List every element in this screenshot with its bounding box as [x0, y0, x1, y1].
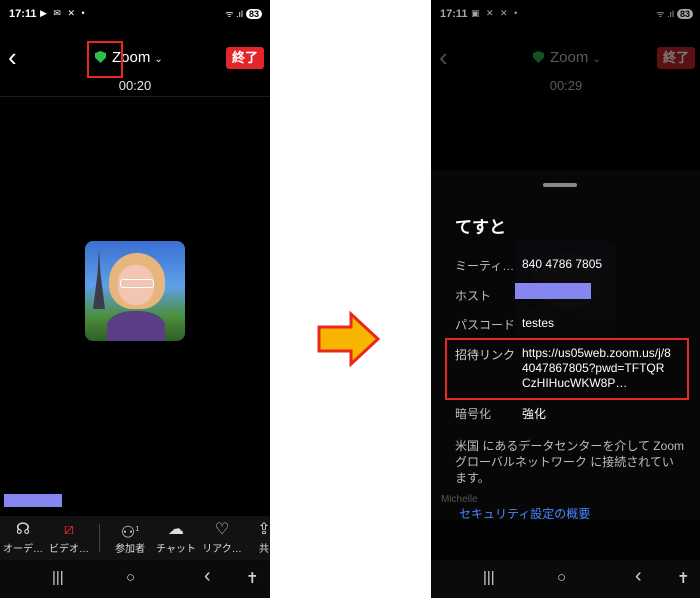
passcode-label: パスコード: [455, 318, 516, 332]
datacenter-note: 米国 にあるデータセンターを介して Zoomグローバルネットワーク に接続されて…: [455, 439, 684, 485]
back-button[interactable]: ‹: [204, 565, 211, 588]
accessibility-button[interactable]: ✝: [246, 569, 259, 587]
encryption-label: 暗号化: [455, 407, 492, 421]
toolbar-divider: [99, 524, 100, 552]
redacted-host-name: [515, 283, 591, 299]
home-button[interactable]: ○: [126, 569, 135, 586]
video-off-icon: ⧄: [63, 521, 75, 538]
status-signal: ᯤ .ıl 83: [225, 7, 262, 20]
participant-name-partial: Michelle: [441, 494, 478, 505]
host-label: ホスト: [455, 289, 492, 303]
chevron-down-icon: ⌄: [154, 54, 163, 65]
avatar-body: [107, 311, 165, 341]
system-navbar: ||| ○ ‹ ✝: [431, 560, 700, 598]
status-bar: 17:11 ▶ ✉ ✕ • ᯤ .ıl 83: [0, 0, 270, 30]
meeting-id-value: 840 4786 7805: [522, 257, 603, 271]
arrow-right-icon: [317, 311, 381, 367]
audio-button[interactable]: ☊ オーデ…: [0, 520, 49, 555]
passcode-value: testes: [522, 316, 555, 330]
system-navbar: ||| ○ ‹ ✝: [0, 560, 270, 598]
participants-icon: ⚇1: [120, 524, 140, 542]
meeting-toolbar: ☊ オーデ… ⧄ ビデオ… ⚇1 参加者 ☁ チャット ♡ リアク… ⇪ 共: [0, 516, 270, 560]
share-button[interactable]: ⇪ 共: [238, 520, 270, 555]
shield-highlight-box: [87, 41, 123, 78]
recents-button[interactable]: |||: [483, 569, 495, 586]
meeting-id-label: ミーティ…: [455, 259, 515, 273]
toolbar-label: 参加者: [115, 544, 145, 555]
redacted-name-bar: [4, 494, 62, 507]
participants-count: 1: [135, 526, 140, 533]
toolbar-label: 共: [259, 544, 269, 555]
sheet-drag-handle[interactable]: [543, 183, 577, 187]
eiffel-tower-graphic: [93, 249, 105, 309]
back-button[interactable]: ‹: [635, 565, 642, 588]
home-button[interactable]: ○: [557, 569, 566, 586]
toolbar-label: リアク…: [202, 544, 242, 555]
back-chevron-icon[interactable]: ‹: [8, 44, 17, 70]
meeting-timer: 00:20: [118, 78, 152, 93]
toolbar-label: オーデ…: [3, 544, 43, 555]
encryption-value: 強化: [522, 407, 547, 421]
battery-icon: 83: [245, 9, 262, 19]
invite-link-label: 招待リンク: [455, 348, 516, 362]
chat-icon: ☁: [168, 521, 184, 538]
share-icon: ⇪: [257, 521, 270, 538]
participant-avatar: [85, 241, 185, 341]
recents-button[interactable]: |||: [52, 569, 64, 586]
status-time: 17:11: [9, 8, 37, 20]
right-screen: 17:11 ▣ ✕ ✕ • ᯤ .ıl 83 ‹ Zoom ⌄ 終了 00:29 て…: [431, 0, 700, 598]
chat-button[interactable]: ☁ チャット: [150, 520, 202, 555]
end-meeting-button[interactable]: 終了: [226, 47, 264, 69]
participants-button[interactable]: ⚇1 参加者: [104, 520, 156, 555]
headphones-icon: ☊: [15, 521, 31, 538]
toolbar-label: チャット: [156, 544, 196, 555]
invite-link-value[interactable]: https://us05web.zoom.us/j/84047867805?pw…: [522, 346, 672, 391]
accessibility-button[interactable]: ✝: [677, 569, 690, 587]
status-notification-icons: ▶ ✉ ✕ •: [40, 8, 87, 18]
meeting-toolbar-dimmed: [431, 520, 700, 560]
meeting-name: てすと: [455, 218, 506, 237]
header-divider: [0, 96, 270, 97]
video-button[interactable]: ⧄ ビデオ…: [43, 520, 95, 555]
left-screen: 17:11 ▶ ✉ ✕ • ᯤ .ıl 83 ‹ Zoom ⌄ 終了 00:20 ☊…: [0, 0, 270, 598]
signal-icon: ᯤ .ıl: [225, 9, 243, 19]
avatar-glasses: [120, 279, 154, 288]
toolbar-label: ビデオ…: [49, 544, 89, 555]
